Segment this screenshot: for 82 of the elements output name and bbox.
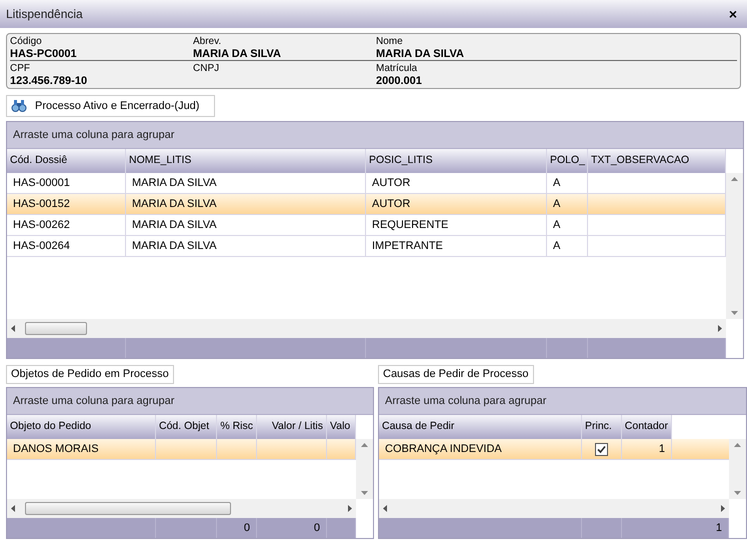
- vertical-scrollbar[interactable]: [356, 439, 373, 499]
- horizontal-scrollbar[interactable]: [7, 499, 356, 518]
- table-row[interactable]: HAS-00264 MARIA DA SILVA IMPETRANTE A: [7, 236, 726, 257]
- field-label: Matrícula: [376, 63, 418, 75]
- table-cell-text: AUTOR: [372, 196, 410, 212]
- window-title: Litispendência: [6, 6, 83, 23]
- column-header[interactable]: Valo: [327, 415, 356, 439]
- table-cell-text: HAS-00001: [13, 176, 70, 191]
- column-header[interactable]: NOME_LITIS: [126, 149, 366, 173]
- column-header[interactable]: Princ.: [582, 415, 622, 439]
- field-label: Nome: [376, 36, 404, 48]
- field-label: Abrev.: [193, 36, 222, 48]
- close-button[interactable]: ×: [724, 7, 741, 21]
- scroll-thumb[interactable]: [25, 322, 87, 335]
- table-cell-text: MARIA DA SILVA: [132, 196, 217, 212]
- summary-value: 1: [716, 520, 722, 536]
- table-cell-text: MARIA DA SILVA: [132, 238, 217, 254]
- column-header[interactable]: % Risc: [217, 415, 257, 439]
- column-header[interactable]: TXT_OBSERVACAO: [588, 149, 726, 173]
- table-cell-text: A: [553, 238, 560, 254]
- field-label: Código: [10, 36, 43, 48]
- field-value: 123.456.789-10: [10, 75, 88, 87]
- table-cell-text: A: [553, 176, 560, 191]
- vertical-scrollbar[interactable]: [726, 173, 743, 319]
- field-value: MARIA DA SILVA: [376, 48, 465, 60]
- column-header[interactable]: Cód. Objet: [156, 415, 217, 439]
- table-row[interactable]: HAS-00262 MARIA DA SILVA REQUERENTE A: [7, 215, 726, 236]
- scroll-down-icon[interactable]: [361, 491, 368, 495]
- table-cell-text: A: [553, 196, 560, 212]
- column-header[interactable]: Contador: [622, 415, 672, 439]
- table-cell-text: MARIA DA SILVA: [132, 176, 217, 191]
- field-value: 2000.001: [376, 75, 423, 87]
- table-cell-text: AUTOR: [372, 176, 410, 191]
- scroll-up-icon[interactable]: [361, 443, 368, 447]
- scroll-right-icon[interactable]: [721, 505, 725, 512]
- field-value: MARIA DA SILVA: [193, 48, 282, 60]
- process-button[interactable]: Processo Ativo e Encerrado-(Jud): [6, 95, 215, 117]
- table-cell-text: DANOS MORAIS: [13, 442, 99, 457]
- table-cell-text: A: [553, 218, 560, 233]
- vertical-scrollbar[interactable]: [729, 439, 746, 499]
- horizontal-scrollbar[interactable]: [7, 319, 726, 338]
- section-title: Causas de Pedir de Processo: [378, 365, 534, 384]
- group-by-panel: Arraste uma coluna para agrupar: [379, 388, 746, 415]
- scroll-left-icon[interactable]: [11, 505, 15, 512]
- scroll-right-icon[interactable]: [348, 505, 352, 512]
- group-by-panel: Arraste uma coluna para agrupar: [7, 122, 743, 149]
- table-cell-text: 1: [658, 442, 665, 457]
- field-value: HAS-PC0001: [10, 48, 78, 60]
- table-cell-text: COBRANÇA INDEVIDA: [385, 442, 502, 457]
- column-header[interactable]: Causa de Pedir: [379, 415, 582, 439]
- field-label: CNPJ: [193, 63, 220, 75]
- table-cell-text: HAS-00152: [13, 196, 70, 212]
- scroll-thumb[interactable]: [25, 502, 231, 515]
- scroll-left-icon[interactable]: [11, 325, 15, 332]
- table-cell-text: HAS-00264: [13, 238, 70, 254]
- table-cell-text: REQUERENTE: [372, 218, 448, 233]
- scroll-down-icon[interactable]: [731, 311, 738, 315]
- scroll-right-icon[interactable]: [718, 325, 722, 332]
- table-row[interactable]: HAS-00152 MARIA DA SILVA AUTOR A: [7, 194, 726, 215]
- column-header[interactable]: POSIC_LITIS: [366, 149, 547, 173]
- column-header[interactable]: Cód. Dossiê: [7, 149, 126, 173]
- section-title: Objetos de Pedido em Processo: [6, 365, 174, 384]
- checkbox[interactable]: [595, 442, 608, 456]
- table-cell-text: MARIA DA SILVA: [132, 218, 217, 233]
- summary-value: 0: [314, 520, 320, 536]
- scroll-down-icon[interactable]: [734, 491, 741, 495]
- field-label: CPF: [10, 63, 31, 75]
- scroll-left-icon[interactable]: [383, 505, 387, 512]
- table-row[interactable]: HAS-00001 MARIA DA SILVA AUTOR A: [7, 173, 726, 194]
- group-by-panel: Arraste uma coluna para agrupar: [7, 388, 373, 415]
- scroll-up-icon[interactable]: [734, 443, 741, 447]
- table-row[interactable]: COBRANÇA INDEVIDA 1: [379, 439, 729, 460]
- column-header[interactable]: Objeto do Pedido: [7, 415, 156, 439]
- horizontal-scrollbar[interactable]: [379, 499, 729, 518]
- table-cell-text: IMPETRANTE: [372, 238, 443, 254]
- scroll-up-icon[interactable]: [731, 177, 738, 181]
- table-cell-text: HAS-00262: [13, 218, 70, 233]
- summary-value: 0: [244, 520, 250, 536]
- table-row[interactable]: DANOS MORAIS: [7, 439, 356, 460]
- column-header[interactable]: Valor / Litis: [257, 415, 327, 439]
- column-header[interactable]: POLO_: [547, 149, 588, 173]
- binoculars-icon: [11, 99, 27, 113]
